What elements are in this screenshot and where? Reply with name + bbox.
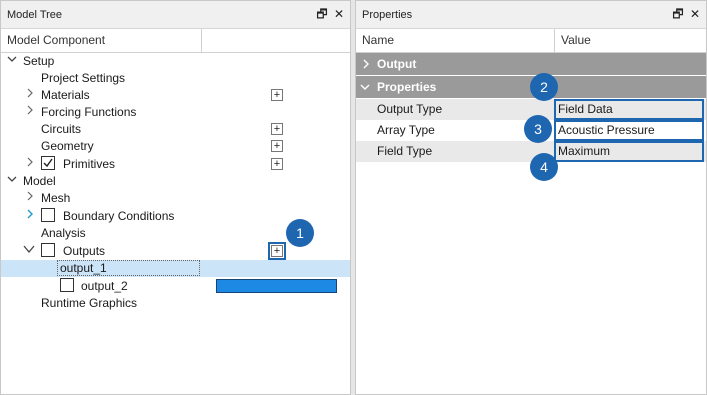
properties-panel: Properties 🗗 ✕ Name Value Output Propert…	[355, 0, 707, 395]
add-material-button[interactable]: +	[271, 89, 283, 101]
tree-item-mesh[interactable]: Mesh	[1, 190, 350, 207]
add-output-button[interactable]: +	[268, 242, 286, 260]
tree-item-circuits[interactable]: Circuits +	[1, 121, 350, 138]
tree-item-primitives[interactable]: Primitives +	[1, 156, 350, 173]
primitives-checkbox[interactable]	[41, 156, 55, 170]
property-name: Output Type	[377, 102, 443, 116]
chevron-down-icon[interactable]	[23, 244, 35, 258]
tree-label-primitives: Primitives	[63, 157, 116, 171]
output-1-rename-field[interactable]: output_1	[57, 260, 200, 276]
tree-item-forcing-functions[interactable]: Forcing Functions	[1, 104, 350, 121]
chevron-right-icon[interactable]	[25, 157, 35, 171]
tree-label-forcing-functions: Forcing Functions	[41, 105, 137, 119]
chevron-down-icon[interactable]	[7, 174, 17, 188]
properties-title: Properties	[362, 9, 413, 21]
callout-badge-4: 4	[530, 153, 558, 181]
tree-label-materials: Materials	[41, 88, 90, 102]
column-value[interactable]: Value	[555, 29, 705, 52]
tree-item-project-settings[interactable]: Project Settings	[1, 70, 350, 87]
property-name: Field Type	[377, 144, 433, 158]
tree-item-setup[interactable]: Setup	[1, 53, 350, 70]
tree-label-runtime-graphics: Runtime Graphics	[41, 296, 138, 310]
column-model-component[interactable]: Model Component	[1, 29, 201, 52]
tree-label-circuits: Circuits	[41, 122, 82, 136]
chevron-right-icon[interactable]	[25, 105, 35, 119]
tree-item-materials[interactable]: Materials +	[1, 87, 350, 104]
column-separator[interactable]	[201, 29, 202, 52]
callout-badge-2: 2	[530, 73, 558, 101]
add-circuit-button[interactable]: +	[271, 123, 283, 135]
group-properties-label: Properties	[377, 80, 437, 94]
callout-badge-3: 3	[524, 115, 552, 143]
tree-item-geometry[interactable]: Geometry +	[1, 138, 350, 155]
model-tree-panel: Model Tree 🗗 ✕ Model Component Setup Pro…	[0, 0, 351, 395]
tree-item-output-2[interactable]: output_2	[1, 278, 350, 295]
group-output-label: Output	[377, 57, 417, 71]
column-name[interactable]: Name	[356, 29, 554, 52]
tree-item-runtime-graphics[interactable]: Runtime Graphics	[1, 295, 350, 312]
callout-badge-1: 1	[286, 219, 314, 247]
tree-label-output-2: output_2	[81, 279, 128, 293]
model-tree-column-header: Model Component	[1, 29, 350, 53]
model-tree-titlebar: Model Tree 🗗 ✕	[1, 1, 350, 29]
float-icon[interactable]: 🗗	[671, 7, 685, 21]
boundary-conditions-checkbox[interactable]	[41, 208, 55, 222]
properties-column-header: Name Value	[356, 29, 706, 53]
output-2-progress-bar	[216, 279, 337, 293]
chevron-down-icon[interactable]	[7, 54, 17, 68]
tree-label-geometry: Geometry	[41, 139, 94, 153]
property-value-array-type[interactable]: Acoustic Pressure	[554, 120, 704, 141]
chevron-right-icon[interactable]	[25, 191, 35, 205]
tree-label-analysis: Analysis	[41, 226, 86, 240]
model-tree-title: Model Tree	[7, 9, 63, 21]
tree-label-boundary-conditions: Boundary Conditions	[63, 209, 175, 223]
close-icon[interactable]: ✕	[332, 7, 346, 21]
tree-label-outputs: Outputs	[63, 244, 106, 258]
tree-item-model[interactable]: Model	[1, 173, 350, 190]
group-output[interactable]: Output	[356, 53, 706, 75]
property-value-output-type[interactable]: Field Data	[554, 99, 704, 120]
close-icon[interactable]: ✕	[688, 7, 702, 21]
property-name: Array Type	[377, 123, 435, 137]
add-geometry-button[interactable]: +	[271, 140, 283, 152]
tree-label-project-settings: Project Settings	[41, 71, 126, 85]
add-primitive-button[interactable]: +	[271, 158, 283, 170]
property-value-field-type[interactable]: Maximum	[554, 141, 704, 162]
output-2-checkbox[interactable]	[60, 278, 74, 292]
tree-label-mesh: Mesh	[41, 191, 71, 205]
properties-titlebar: Properties 🗗 ✕	[356, 1, 706, 29]
tree-item-output-1[interactable]: output_1	[1, 260, 350, 277]
outputs-checkbox[interactable]	[41, 243, 55, 257]
chevron-right-icon[interactable]	[25, 209, 35, 223]
float-icon[interactable]: 🗗	[315, 7, 329, 21]
tree-label-model: Model	[23, 174, 56, 188]
tree-label-setup: Setup	[23, 54, 55, 68]
chevron-right-icon[interactable]	[25, 88, 35, 102]
